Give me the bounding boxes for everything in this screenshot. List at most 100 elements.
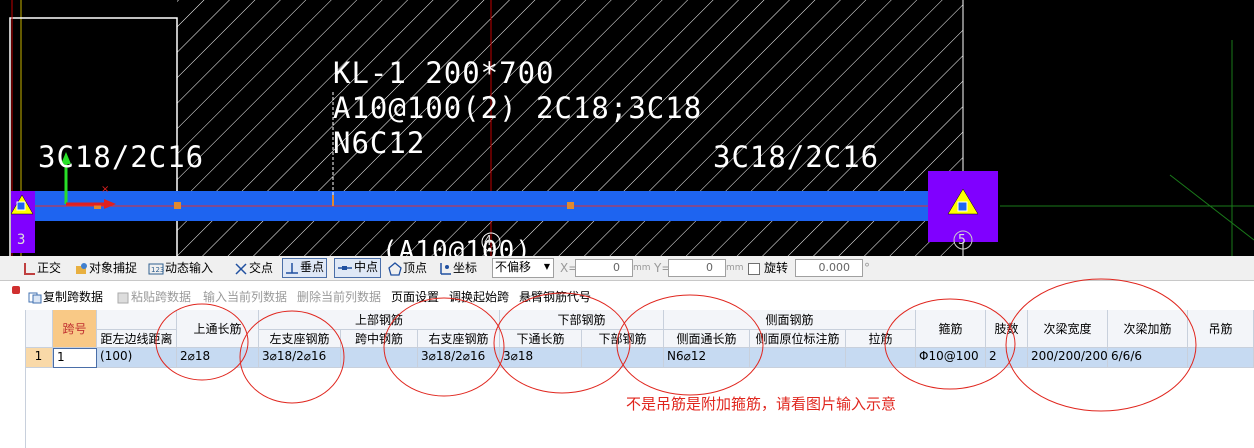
object-snap-button[interactable]: 对象捕捉 xyxy=(72,259,139,277)
secondary-width-cell[interactable]: 200/200/200 xyxy=(1028,348,1108,368)
tie-bar-header[interactable]: 拉筋 xyxy=(846,330,916,348)
left-support-label: 3C18/2C16 xyxy=(38,140,205,174)
beam-label-line3: N6C12 xyxy=(333,126,426,160)
paste-span-label: 粘贴跨数据 xyxy=(131,290,192,304)
page-setup-button[interactable]: 页面设置 xyxy=(391,288,439,305)
row-number-cell: 1 xyxy=(25,348,53,368)
top-rebar-group-header: 上部钢筋 xyxy=(259,310,500,330)
cad-graphics[interactable]: × xyxy=(0,0,1254,256)
snap-icon xyxy=(76,262,87,274)
edge-distance-header[interactable]: 距左边线距离 xyxy=(97,330,177,348)
dynamic-input-button[interactable]: 123 动态输入 xyxy=(146,259,215,277)
crosshair-line-1 xyxy=(1169,174,1254,241)
vertex-label: 顶点 xyxy=(403,261,428,275)
swap-start-span-button[interactable]: 调换起始跨 xyxy=(449,288,509,305)
x-coordinate-input[interactable]: 0 xyxy=(575,259,633,277)
side-rebar-group-header: 侧面钢筋 xyxy=(664,310,916,330)
ortho-button[interactable]: 正交 xyxy=(20,259,63,277)
secondary-added-cell[interactable]: 6/6/6 xyxy=(1108,348,1188,368)
intersection-snap-button[interactable]: 交点 xyxy=(232,259,275,277)
offset-mode-select[interactable]: 不偏移 ▼ xyxy=(492,258,554,278)
support-grip-left[interactable] xyxy=(16,201,26,211)
span-no-cell[interactable]: 1 xyxy=(53,348,97,368)
bottom-rebar-group-header: 下部钢筋 xyxy=(500,310,664,330)
support-grip-right[interactable] xyxy=(957,201,968,212)
beam-grip-2[interactable] xyxy=(174,202,181,209)
tie-bar-cell[interactable] xyxy=(846,348,916,368)
cad-drawing-canvas[interactable]: × KL-1 200*700 A10@100(2) 2C18;3C18 N6C1… xyxy=(0,0,1254,256)
y-coordinate-value: 0 xyxy=(706,261,713,274)
top-through-cell[interactable]: 2⌀18 xyxy=(177,348,259,368)
right-support-cell[interactable]: 3⌀18/2⌀16 xyxy=(418,348,500,368)
coordinate-label: 坐标 xyxy=(453,261,478,275)
ucs-cross-icon: × xyxy=(101,184,109,195)
mid-span-header[interactable]: 跨中钢筋 xyxy=(341,330,418,348)
left-support-cell[interactable]: 3⌀18/2⌀16 xyxy=(259,348,341,368)
copy-span-button[interactable]: 复制跨数据 xyxy=(28,288,103,305)
rotate-angle-input[interactable]: 0.000 xyxy=(795,259,863,277)
span-rebar-grid: 跨号 距左边线距离 上通长筋 上部钢筋 左支座钢筋 跨中钢筋 右支座钢筋 下部钢… xyxy=(0,310,1254,448)
beam-label-line1: KL-1 200*700 xyxy=(333,56,555,90)
midpoint-snap-button[interactable]: 中点 xyxy=(334,258,382,278)
coordinate-snap-button[interactable]: 坐标 xyxy=(436,259,479,277)
beam-label-line2: A10@100(2) 2C18;3C18 xyxy=(333,91,703,125)
rotate-checkbox[interactable]: 旋转 xyxy=(746,259,790,277)
bottom-rebar-header[interactable]: 下部钢筋 xyxy=(582,330,664,348)
right-support-header[interactable]: 右支座钢筋 xyxy=(418,330,500,348)
rotate-angle-value: 0.000 xyxy=(818,261,851,274)
rotate-label: 旋转 xyxy=(764,261,789,275)
vertex-snap-button[interactable]: 顶点 xyxy=(386,259,429,277)
paste-span-button[interactable]: 粘贴跨数据 xyxy=(116,288,191,305)
side-through-header[interactable]: 侧面通长筋 xyxy=(664,330,750,348)
copy-span-label: 复制跨数据 xyxy=(43,290,104,304)
row-number-header xyxy=(25,310,53,348)
grid-toolbar: 复制跨数据 粘贴跨数据 输入当前列数据 删除当前列数据 页面设置 调换起始跨 悬… xyxy=(0,284,1254,308)
secondary-added-header[interactable]: 次梁加筋 xyxy=(1108,310,1188,348)
span-no-header[interactable]: 跨号 xyxy=(53,310,97,348)
bottom-partial-label: (A10@100) xyxy=(382,236,532,256)
svg-text:123: 123 xyxy=(151,266,164,274)
hanger-header[interactable]: 吊筋 xyxy=(1188,310,1254,348)
secondary-width-header[interactable]: 次梁宽度 xyxy=(1028,310,1108,348)
x-coordinate-value: 0 xyxy=(613,261,620,274)
y-coordinate-input[interactable]: 0 xyxy=(668,259,726,277)
stirrup-header[interactable]: 箍筋 xyxy=(916,310,986,348)
paste-icon xyxy=(117,292,129,303)
perpendicular-icon xyxy=(286,262,298,274)
mid-span-cell[interactable] xyxy=(341,348,418,368)
close-panel-icon[interactable] xyxy=(12,286,20,294)
bottom-through-cell[interactable]: 3⌀18 xyxy=(500,348,582,368)
coordinate-icon xyxy=(440,262,451,275)
object-snap-label: 对象捕捉 xyxy=(89,261,138,275)
top-through-header[interactable]: 上通长筋 xyxy=(177,310,259,348)
legs-header[interactable]: 肢数 xyxy=(986,310,1028,348)
input-column-button[interactable]: 输入当前列数据 xyxy=(203,288,287,305)
dropdown-arrow-icon: ▼ xyxy=(543,262,550,271)
side-original-header[interactable]: 侧面原位标注筋 xyxy=(750,330,846,348)
axis-number-left: 3 xyxy=(17,232,27,248)
legs-cell[interactable]: 2 xyxy=(986,348,1028,368)
axis-number-mid: 4 xyxy=(484,234,493,249)
stirrup-cell[interactable]: Φ10@100 xyxy=(916,348,986,368)
edge-distance-header-top xyxy=(97,310,177,330)
checkbox-icon xyxy=(748,262,760,275)
grid-left-gutter xyxy=(0,310,26,448)
hanger-cell[interactable] xyxy=(1188,348,1254,368)
left-support-header[interactable]: 左支座钢筋 xyxy=(259,330,341,348)
bottom-through-header[interactable]: 下通长筋 xyxy=(500,330,582,348)
beam-grip-3[interactable] xyxy=(567,202,574,209)
edge-distance-cell[interactable]: (100) xyxy=(97,348,177,368)
delete-column-button[interactable]: 删除当前列数据 xyxy=(297,288,381,305)
perpendicular-snap-button[interactable]: 垂点 xyxy=(282,258,328,278)
axis-number-right: 5 xyxy=(958,233,967,248)
side-through-cell[interactable]: N6⌀12 xyxy=(664,348,750,368)
dynamic-input-label: 动态输入 xyxy=(165,261,214,275)
snap-toolbar: 正交 对象捕捉 123 动态输入 交点 垂点 中点 顶点 坐标 不偏移 ▼ X= 0… xyxy=(0,256,1254,281)
right-support-label: 3C18/2C16 xyxy=(713,140,880,174)
ortho-label: 正交 xyxy=(37,261,62,275)
ortho-icon xyxy=(24,262,35,275)
side-original-cell[interactable] xyxy=(750,348,846,368)
x-unit-label: mm xyxy=(633,263,651,273)
cantilever-code-button[interactable]: 悬臂钢筋代号 xyxy=(519,288,591,305)
bottom-rebar-cell[interactable] xyxy=(582,348,664,368)
